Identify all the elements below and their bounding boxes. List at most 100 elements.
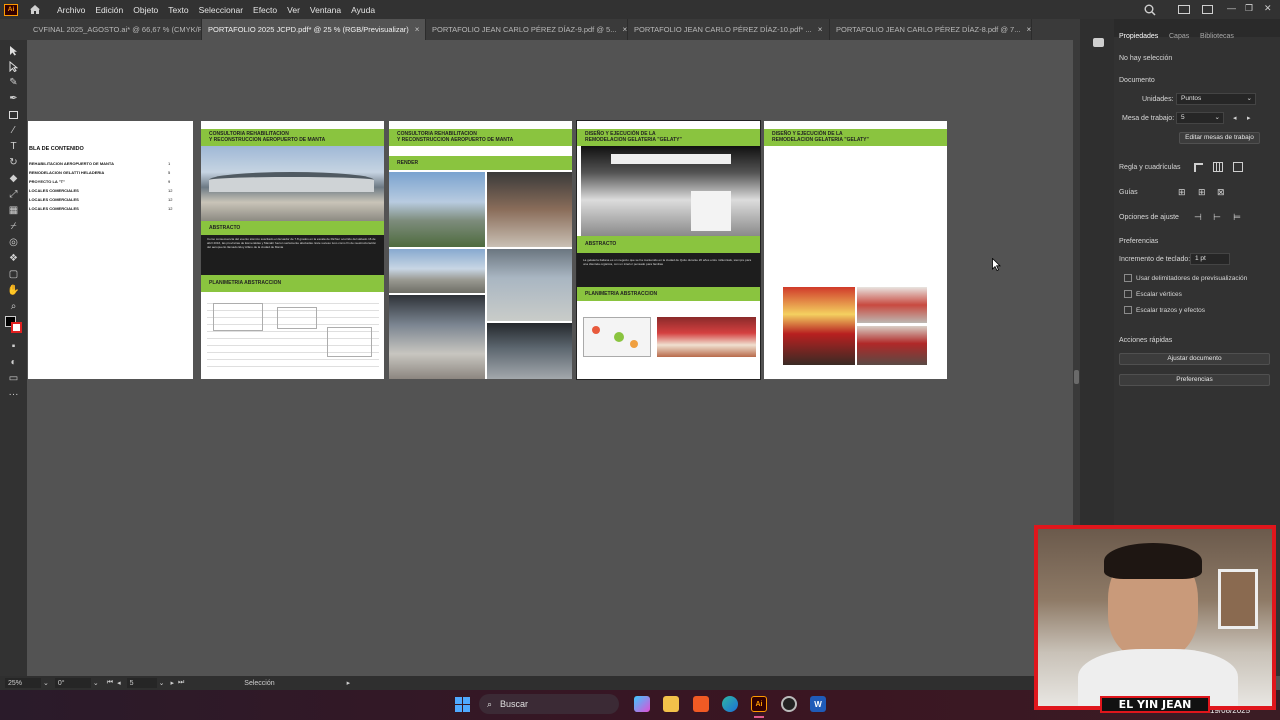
direct-selection-tool-icon[interactable] — [6, 60, 21, 73]
gelaty-photo-2 — [857, 287, 927, 323]
artboard-gelaty-photos[interactable]: DISEÑO Y EJECUCIÓN DE LA REMODELACION GE… — [764, 121, 947, 379]
tab-capas[interactable]: Capas — [1169, 33, 1189, 40]
edge-icon[interactable] — [722, 696, 738, 712]
search-icon[interactable] — [1144, 3, 1156, 16]
snap-point-icon[interactable]: ⊣ — [1194, 212, 1202, 223]
obs-icon[interactable] — [781, 696, 797, 712]
menu-objeto[interactable]: Objeto — [128, 5, 163, 15]
clear-guides-icon[interactable]: ⊠ — [1217, 187, 1225, 198]
menu-edicion[interactable]: Edición — [90, 5, 128, 15]
next-artboard-icon[interactable]: ▸ — [1247, 114, 1251, 122]
menu-archivo[interactable]: Archivo — [52, 5, 90, 15]
keyboard-increment-field[interactable]: 1 pt — [1190, 253, 1230, 265]
status-menu-icon[interactable]: ▸ — [347, 679, 351, 687]
artboard-number-field[interactable]: 5 — [126, 678, 157, 688]
menu-efecto[interactable]: Efecto — [248, 5, 282, 15]
file-explorer-icon[interactable] — [663, 696, 679, 712]
snap-glyph-icon[interactable]: ⊨ — [1233, 212, 1241, 223]
scale-strokes-checkbox[interactable] — [1124, 306, 1132, 314]
tab-propiedades[interactable]: Propiedades — [1119, 33, 1158, 40]
pen-tool-icon[interactable]: ✒ — [6, 92, 21, 105]
more-tools-icon[interactable]: ··· — [6, 388, 21, 401]
chevron-down-icon[interactable]: ⌄ — [43, 679, 49, 687]
edit-artboards-button[interactable]: Editar mesas de trabajo — [1179, 132, 1260, 144]
fill-stroke-swatch[interactable] — [5, 316, 23, 334]
fit-document-button[interactable]: Ajustar documento — [1119, 353, 1270, 365]
tab-portafolio-9[interactable]: PORTAFOLIO JEAN CARLO PÉREZ DÍAZ-9.pdf @… — [426, 19, 628, 40]
rotation-field[interactable]: 0° — [54, 678, 91, 688]
artboard-airport-abstract[interactable]: CONSULTORIA REHABILITACION Y RECONSTRUCC… — [201, 121, 384, 379]
artboard-toc[interactable]: BLA DE CONTENIDO REHABILITACION AEROPUER… — [28, 121, 193, 379]
paintbrush-icon[interactable]: ⁄ — [6, 124, 21, 137]
artboard-tool-icon[interactable]: ▢ — [6, 268, 21, 281]
search-icon: ⌕ — [487, 698, 493, 709]
grid-icon[interactable] — [1213, 162, 1223, 172]
artboard-gelaty-abstract[interactable]: DISEÑO Y EJECUCIÓN DE LA REMODELACION GE… — [576, 120, 761, 380]
artboard-select[interactable]: 5 ⌄ — [1176, 112, 1224, 124]
workspace-icon[interactable] — [1178, 5, 1190, 14]
home-icon[interactable] — [28, 3, 42, 17]
tab-cvfinal[interactable]: CVFINAL 2025_AGOSTO.ai* @ 66,67 % (CMYK/… — [0, 19, 202, 40]
eraser-icon[interactable]: ◆ — [6, 172, 21, 185]
menu-ver[interactable]: Ver — [282, 5, 305, 15]
scale-tool-icon[interactable]: ⤢ — [6, 188, 21, 201]
screen-mode-icon[interactable]: ▭ — [6, 372, 21, 385]
gradient-tool-icon[interactable]: ▦ — [6, 204, 21, 217]
tab-close-icon[interactable]: × — [818, 25, 823, 34]
first-artboard-icon[interactable]: ⏮ — [107, 679, 113, 687]
selection-tool-icon[interactable] — [6, 44, 21, 57]
rectangle-tool-icon[interactable] — [6, 108, 21, 121]
menu-ayuda[interactable]: Ayuda — [346, 5, 380, 15]
zoom-tool-icon[interactable]: ⌕ — [6, 300, 21, 313]
prev-artboard-icon[interactable]: ◂ — [1233, 114, 1237, 122]
close-icon[interactable]: ✕ — [1264, 3, 1272, 14]
airport-render-image — [201, 146, 384, 221]
rotate-tool-icon[interactable]: ↻ — [6, 156, 21, 169]
illustrator-icon[interactable]: Ai — [751, 696, 767, 712]
zoom-field[interactable]: 25% — [5, 678, 41, 688]
minimize-icon[interactable]: — — [1227, 3, 1236, 13]
units-select[interactable]: Puntos ⌄ — [1176, 93, 1256, 105]
preferences-button[interactable]: Preferencias — [1119, 374, 1270, 386]
canvas[interactable]: BLA DE CONTENIDO REHABILITACION AEROPUER… — [27, 40, 1073, 676]
menu-seleccionar[interactable]: Seleccionar — [194, 5, 248, 15]
snap-pixel-icon[interactable]: ⊢ — [1213, 212, 1221, 223]
lock-guides-icon[interactable]: ⊞ — [1198, 187, 1206, 198]
windows-start-icon[interactable] — [455, 697, 470, 712]
color-mode-icon[interactable]: ▪ — [6, 340, 21, 353]
hand-tool-icon[interactable]: ✋ — [6, 284, 21, 297]
last-artboard-icon[interactable]: ⏭ — [178, 679, 184, 687]
scale-corners-checkbox[interactable] — [1124, 290, 1132, 298]
magic-wand-icon[interactable]: ✎ — [6, 76, 21, 89]
perspective-grid-icon[interactable] — [1233, 162, 1243, 172]
chevron-down-icon[interactable]: ⌄ — [159, 679, 165, 687]
blend-tool-icon[interactable]: ◎ — [6, 236, 21, 249]
chevron-down-icon[interactable]: ⌄ — [93, 679, 99, 687]
menu-ventana[interactable]: Ventana — [305, 5, 346, 15]
tab-portafolio-2025[interactable]: PORTAFOLIO 2025 JCPD.pdf* @ 25 % (RGB/Pr… — [202, 19, 426, 40]
copilot-icon[interactable] — [634, 696, 650, 712]
tab-bibliotecas[interactable]: Bibliotecas — [1200, 33, 1234, 40]
next-artboard-icon[interactable]: ▸ — [170, 679, 174, 687]
layout-icon[interactable] — [1202, 5, 1213, 14]
comments-icon[interactable] — [1093, 38, 1104, 47]
tab-close-icon[interactable]: × — [1026, 25, 1031, 34]
draw-mode-icon[interactable]: ◐ — [6, 356, 21, 369]
brave-icon[interactable] — [693, 696, 709, 712]
tab-portafolio-10[interactable]: PORTAFOLIO JEAN CARLO PÉREZ DÍAZ-10.pdf*… — [628, 19, 830, 40]
tab-portafolio-8[interactable]: PORTAFOLIO JEAN CARLO PÉREZ DÍAZ-8.pdf @… — [830, 19, 1032, 40]
artboard-airport-render[interactable]: CONSULTORIA REHABILITACION Y RECONSTRUCC… — [389, 121, 572, 379]
menu-texto[interactable]: Texto — [163, 5, 193, 15]
use-preview-bounds-checkbox[interactable] — [1124, 274, 1132, 282]
symbol-sprayer-icon[interactable]: ❖ — [6, 252, 21, 265]
ruler-icon[interactable] — [1194, 163, 1203, 172]
show-guides-icon[interactable]: ⊞ — [1178, 187, 1186, 198]
prev-artboard-icon[interactable]: ◂ — [117, 679, 121, 687]
type-tool-icon[interactable]: T — [6, 140, 21, 153]
eyedropper-icon[interactable]: ⌿ — [6, 220, 21, 233]
tab-close-icon[interactable]: × — [415, 25, 420, 34]
restore-icon[interactable]: ❐ — [1245, 3, 1253, 14]
word-icon[interactable]: W — [810, 696, 826, 712]
tab-close-icon[interactable]: × — [622, 25, 627, 34]
taskbar-search[interactable]: ⌕ Buscar — [479, 694, 619, 714]
